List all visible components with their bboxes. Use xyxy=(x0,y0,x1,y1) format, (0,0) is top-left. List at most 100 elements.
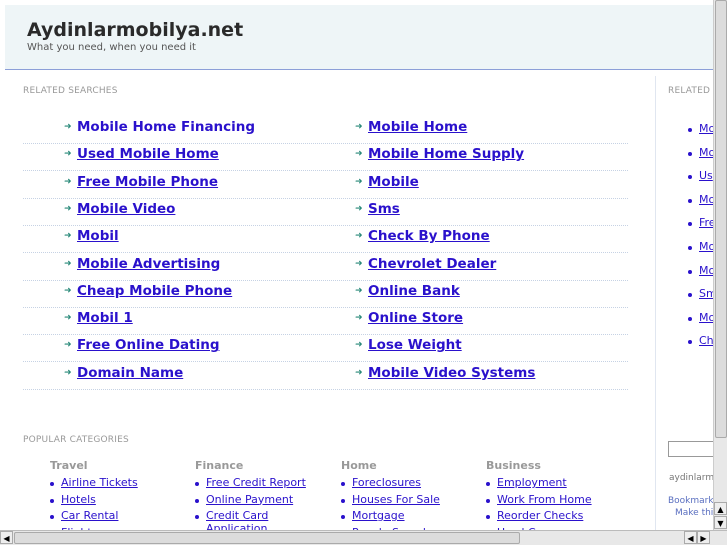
category-link[interactable]: Hotels xyxy=(61,493,96,506)
horizontal-scroll-thumb[interactable] xyxy=(14,532,520,544)
category-link[interactable]: Reorder Checks xyxy=(497,509,583,522)
bookmark-link[interactable]: Bookmark xyxy=(668,496,713,506)
related-search-link[interactable]: Check By Phone xyxy=(368,228,490,244)
related-search-link[interactable]: Free Mobile Phone xyxy=(77,174,218,190)
arrow-icon: ➜ xyxy=(64,149,72,160)
bullet-icon xyxy=(50,498,54,503)
related-search-item: ➜ Domain Name xyxy=(64,365,183,392)
sidebar-item: Mo xyxy=(688,264,713,277)
sidebar-link[interactable]: Mo xyxy=(699,146,713,159)
arrow-icon: ➜ xyxy=(64,340,72,351)
horizontal-scrollbar[interactable]: ◀ ◀ ▶ xyxy=(0,530,727,545)
related-search-link[interactable]: Online Bank xyxy=(368,283,460,299)
related-search-link[interactable]: Mobil xyxy=(77,228,119,244)
sidebar-link[interactable]: Mo xyxy=(699,122,713,135)
sidebar-link[interactable]: Ch xyxy=(699,334,713,347)
related-search-link[interactable]: Free Online Dating xyxy=(77,337,220,353)
row-separator xyxy=(23,388,628,390)
related-search-link[interactable]: Online Store xyxy=(368,310,463,326)
related-search-link[interactable]: Mobile xyxy=(368,174,419,190)
scroll-down-icon[interactable]: ▼ xyxy=(714,516,727,529)
sidebar-item: Mo xyxy=(688,193,713,206)
category-link[interactable]: Work From Home xyxy=(497,493,592,506)
related-search-link[interactable]: Cheap Mobile Phone xyxy=(77,283,232,299)
sidebar-link[interactable]: Mo xyxy=(699,264,713,277)
related-search-item: ➜ Online Bank xyxy=(355,283,460,310)
sidebar-link[interactable]: Mo xyxy=(699,193,713,206)
related-search-item: ➜ Mobile Video xyxy=(64,201,175,228)
arrow-icon: ➜ xyxy=(355,176,363,187)
sidebar-item: Fre xyxy=(688,216,713,229)
related-search-link[interactable]: Lose Weight xyxy=(368,337,462,353)
sidebar-item: Sm xyxy=(688,287,713,300)
row-separator xyxy=(23,197,628,199)
arrow-icon: ➜ xyxy=(355,340,363,351)
related-search-link[interactable]: Chevrolet Dealer xyxy=(368,256,496,272)
category-link[interactable]: Car Rental xyxy=(61,509,118,522)
bullet-icon xyxy=(688,198,692,203)
arrow-icon: ➜ xyxy=(64,122,72,132)
arrow-icon: ➜ xyxy=(64,313,72,324)
related-search-link[interactable]: Mobile Video Systems xyxy=(368,365,535,381)
scroll-left-icon[interactable]: ◀ xyxy=(0,531,13,544)
category-link[interactable]: Free Credit Report xyxy=(206,476,306,489)
bullet-icon xyxy=(688,316,692,321)
related-search-link[interactable]: Mobile Advertising xyxy=(77,256,220,272)
row-separator xyxy=(23,170,628,172)
related-search-item: ➜ Mobile Home xyxy=(355,119,467,146)
category-link[interactable]: Houses For Sale xyxy=(352,493,440,506)
bullet-icon xyxy=(50,482,54,486)
related-search-item: ➜ Free Mobile Phone xyxy=(64,174,218,201)
sidebar-item: Mo xyxy=(688,122,713,135)
header: Aydinlarmobilya.net What you need, when … xyxy=(5,5,713,70)
related-search-link[interactable]: Mobil 1 xyxy=(77,310,133,326)
related-search-link[interactable]: Sms xyxy=(368,201,400,217)
vertical-scroll-thumb[interactable] xyxy=(715,0,727,438)
bullet-icon xyxy=(688,246,692,250)
category-link[interactable]: Online Payment xyxy=(206,493,293,506)
sidebar-link[interactable]: Fre xyxy=(699,216,713,229)
row-separator xyxy=(23,361,628,363)
related-search-link[interactable]: Mobile Home Supply xyxy=(368,146,524,162)
row-separator xyxy=(23,306,628,308)
sidebar-link[interactable]: Sm xyxy=(699,287,713,300)
category-item: Hotels xyxy=(50,493,185,510)
row-separator xyxy=(23,279,628,281)
bullet-icon xyxy=(688,151,692,156)
related-search-item: ➜ Mobile xyxy=(355,174,419,201)
bullet-icon xyxy=(341,498,345,503)
popular-categories-label: POPULAR CATEGORIES xyxy=(23,435,129,445)
bullet-icon xyxy=(688,293,692,298)
category-link[interactable]: Airline Tickets xyxy=(61,476,138,489)
related-search-link[interactable]: Domain Name xyxy=(77,365,183,381)
sidebar-item: Us xyxy=(688,169,713,182)
sidebar-search-input[interactable] xyxy=(668,441,713,457)
sidebar-link[interactable]: Us xyxy=(699,169,713,182)
vertical-scrollbar[interactable]: ▲ ▼ xyxy=(713,0,727,530)
arrow-icon: ➜ xyxy=(355,285,363,296)
sidebar-link[interactable]: Mo xyxy=(699,240,713,253)
related-search-link[interactable]: Mobile Home xyxy=(368,119,467,135)
sidebar-item: Mo xyxy=(688,311,713,324)
sidebar-link[interactable]: Mo xyxy=(699,311,713,324)
make-homepage-link[interactable]: Make thi xyxy=(675,508,713,518)
related-search-item: ➜ Mobile Video Systems xyxy=(355,365,535,392)
related-search-link[interactable]: Used Mobile Home xyxy=(77,146,219,162)
related-search-link[interactable]: Mobile Home Financing xyxy=(77,119,255,135)
scroll-up-icon[interactable]: ▲ xyxy=(714,502,727,515)
related-search-link[interactable]: Mobile Video xyxy=(77,201,175,217)
category-link[interactable]: Foreclosures xyxy=(352,476,421,489)
bullet-icon xyxy=(486,498,490,503)
scroll-right-icon[interactable]: ▶ xyxy=(697,531,710,544)
related-search-item: ➜ Lose Weight xyxy=(355,337,462,364)
category-link[interactable]: Employment xyxy=(497,476,567,489)
scroll-left-end-icon[interactable]: ◀ xyxy=(684,531,697,544)
row-separator xyxy=(23,224,628,226)
category-item: Free Credit Report xyxy=(195,476,330,493)
bullet-icon xyxy=(50,515,54,519)
category-item: Car Rental xyxy=(50,509,185,526)
arrow-icon: ➜ xyxy=(355,313,363,324)
category-link[interactable]: Mortgage xyxy=(352,509,405,522)
arrow-icon: ➜ xyxy=(355,203,363,214)
category-column: Finance Free Credit Report Online Payment C… xyxy=(195,459,330,535)
